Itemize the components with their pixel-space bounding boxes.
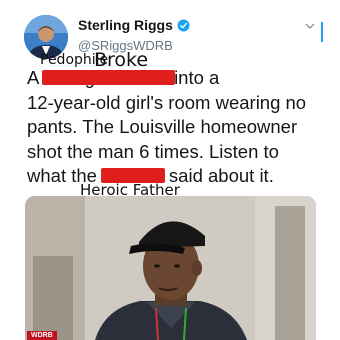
tweet-line5-tail: said about it. — [163, 165, 274, 186]
tweet-prefix: A — [27, 67, 44, 88]
tweet-line-4: shot the man 6 times. Listen to — [27, 140, 279, 162]
tweet-line-1: A stranger walkedinto a — [27, 66, 327, 91]
tweet-line1-tail: into a — [174, 67, 220, 88]
display-name[interactable]: Sterling Riggs — [78, 17, 190, 33]
chevron-down-icon[interactable] — [304, 18, 316, 29]
tweet-media-image[interactable]: WDRB — [25, 196, 316, 340]
display-name-text: Sterling Riggs — [78, 17, 173, 33]
tweet-line-3: pants. The Louisville homeowner — [27, 116, 298, 137]
wdrb-logo-badge: WDRB — [27, 331, 57, 340]
tweet-text: A stranger walkedinto a 12-year-old girl… — [27, 66, 327, 189]
scroll-indicator — [321, 22, 323, 42]
struck-text-stranger-walked: stranger walked — [42, 66, 175, 91]
tweet-line-2: 12-year-old girl's room wearing no — [27, 91, 307, 113]
verified-badge-icon — [177, 19, 190, 32]
